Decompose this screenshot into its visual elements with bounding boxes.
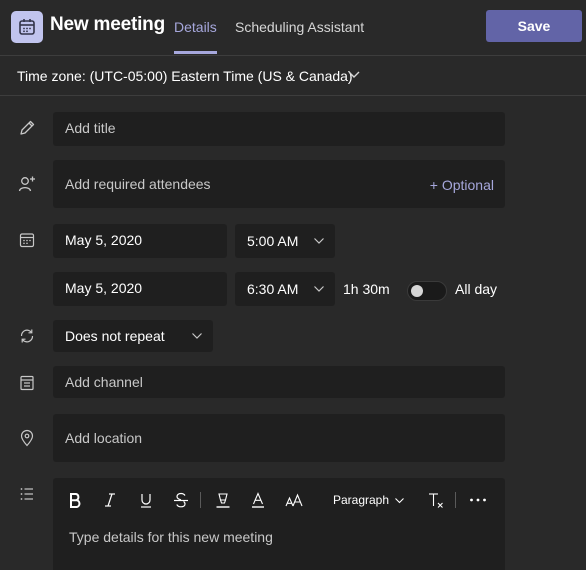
- save-button[interactable]: Save: [486, 10, 582, 42]
- chevron-down-icon: [395, 497, 404, 503]
- tab-scheduling-assistant[interactable]: Scheduling Assistant: [235, 19, 364, 35]
- channel-icon: [20, 375, 34, 391]
- channel-placeholder: Add channel: [65, 374, 143, 390]
- details-editor[interactable]: Paragraph Type details for this new meet…: [53, 478, 505, 570]
- optional-attendees-link[interactable]: + Optional: [430, 177, 494, 193]
- attendees-placeholder: Add required attendees: [65, 176, 211, 192]
- calendar-app-icon: [11, 11, 43, 43]
- font-size-icon[interactable]: [282, 488, 306, 512]
- end-date-field[interactable]: May 5, 2020: [53, 272, 227, 306]
- paragraph-dropdown[interactable]: Paragraph: [332, 488, 406, 512]
- all-day-label: All day: [455, 281, 498, 297]
- page-title: New meeting: [50, 14, 165, 35]
- repeat-icon: [20, 329, 34, 343]
- pencil-icon: [20, 120, 35, 135]
- chevron-down-icon: [348, 71, 360, 78]
- chevron-down-icon: [314, 238, 324, 244]
- location-field[interactable]: Add location: [53, 414, 505, 462]
- all-day-toggle[interactable]: [407, 281, 447, 301]
- location-icon: [20, 429, 34, 447]
- details-placeholder: Type details for this new meeting: [69, 529, 273, 545]
- duration-label: 1h 30m: [343, 281, 390, 297]
- toolbar-separator: [455, 492, 456, 508]
- italic-icon[interactable]: [99, 488, 121, 512]
- bulleted-list-icon: [20, 488, 33, 500]
- highlight-icon[interactable]: [211, 488, 235, 512]
- chevron-down-icon: [314, 286, 324, 292]
- toggle-knob: [411, 285, 423, 297]
- channel-field[interactable]: Add channel: [53, 366, 505, 398]
- tab-details[interactable]: Details: [174, 19, 217, 54]
- start-date-field[interactable]: May 5, 2020: [53, 224, 227, 258]
- toolbar-separator: [200, 492, 201, 508]
- calendar-icon: [19, 233, 35, 248]
- start-time-value: 5:00 AM: [247, 233, 299, 249]
- font-color-icon[interactable]: [247, 488, 269, 512]
- end-time-dropdown[interactable]: 6:30 AM: [235, 272, 335, 306]
- paragraph-label: Paragraph: [332, 493, 390, 507]
- header: New meeting Details Scheduling Assistant…: [0, 0, 586, 56]
- start-date-value: May 5, 2020: [65, 232, 143, 248]
- clear-formatting-icon[interactable]: [425, 488, 447, 512]
- strikethrough-icon[interactable]: [170, 488, 192, 512]
- add-person-icon: [18, 176, 35, 192]
- repeat-value: Does not repeat: [65, 328, 165, 344]
- end-date-value: May 5, 2020: [65, 280, 143, 296]
- title-placeholder: Add title: [65, 120, 116, 136]
- end-time-value: 6:30 AM: [247, 281, 299, 297]
- more-options-icon[interactable]: [465, 488, 491, 512]
- chevron-down-icon: [192, 333, 202, 339]
- timezone-selector[interactable]: Time zone: (UTC-05:00) Eastern Time (US …: [0, 56, 586, 96]
- repeat-dropdown[interactable]: Does not repeat: [53, 320, 213, 352]
- underline-icon[interactable]: [135, 488, 157, 512]
- start-time-dropdown[interactable]: 5:00 AM: [235, 224, 335, 258]
- bold-icon[interactable]: [64, 488, 86, 512]
- attendees-field[interactable]: Add required attendees + Optional: [53, 160, 505, 208]
- timezone-label: Time zone: (UTC-05:00) Eastern Time (US …: [17, 68, 353, 84]
- location-placeholder: Add location: [65, 430, 143, 446]
- title-field[interactable]: Add title: [53, 112, 505, 146]
